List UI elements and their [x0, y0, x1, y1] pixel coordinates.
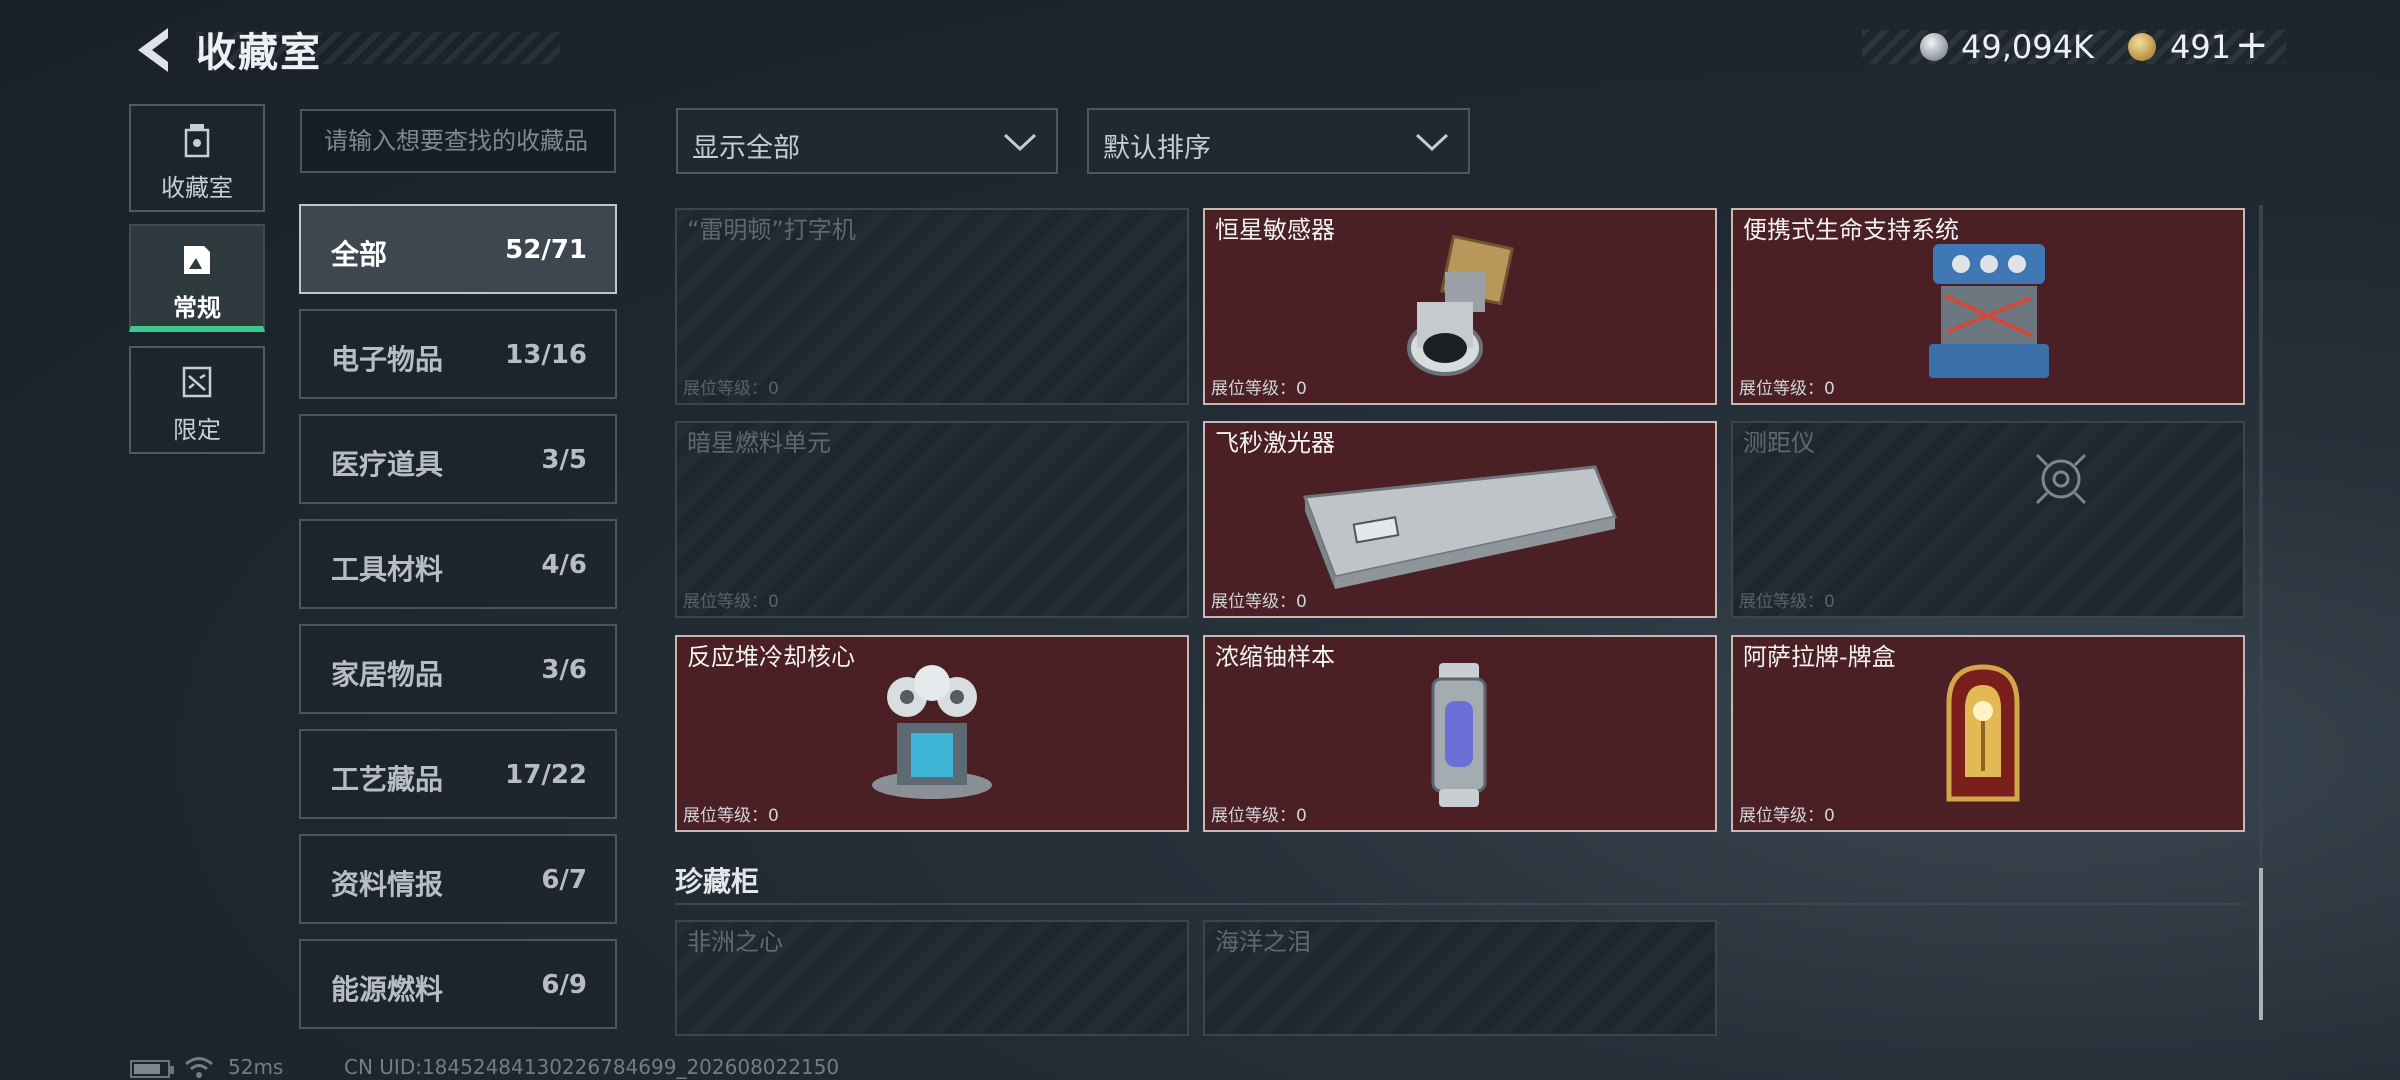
item-card-typewriter[interactable]: “雷明顿”打字机 展位等级：0 [675, 208, 1189, 405]
gold-coin-icon [2128, 33, 2156, 61]
silver-amount: 49,094K [1961, 28, 2094, 66]
card-box-image [1946, 664, 2020, 802]
item-name: 非洲之心 [687, 928, 783, 956]
item-name: 浓缩铀样本 [1215, 643, 1335, 671]
category-name: 工具材料 [331, 553, 444, 586]
item-card-femtosecond-laser[interactable]: 飞秒激光器 展位等级：0 [1203, 421, 1717, 618]
category-tools[interactable]: 工具材料 4/6 [299, 519, 617, 609]
locked-target-icon [2035, 453, 2087, 505]
filter-dropdown-value: 显示全部 [692, 133, 800, 164]
category-count: 52/71 [505, 235, 587, 265]
filter-dropdown[interactable]: 显示全部 [676, 108, 1058, 174]
category-crafts[interactable]: 工艺藏品 17/22 [299, 729, 617, 819]
star-sensor-image [1407, 234, 1514, 376]
silver-coin-icon [1920, 33, 1948, 61]
category-name: 工艺藏品 [331, 763, 444, 796]
item-level: 展位等级：0 [1211, 592, 1307, 612]
item-level: 展位等级：0 [1739, 806, 1835, 826]
category-name: 全部 [331, 238, 388, 271]
category-name: 能源燃料 [331, 973, 444, 1006]
item-level: 展位等级：0 [1211, 379, 1307, 399]
add-currency-button[interactable]: + [2235, 22, 2269, 68]
category-name: 医疗道具 [331, 448, 444, 481]
tab-collection-room-label: 收藏室 [161, 174, 233, 202]
tab-regular-label: 常规 [173, 294, 221, 322]
category-name: 家居物品 [331, 658, 444, 691]
category-name: 资料情报 [331, 868, 444, 901]
item-name: “雷明顿”打字机 [687, 216, 856, 244]
item-card-life-support[interactable]: 便携式生命支持系统 展位等级：0 [1731, 208, 2245, 405]
section-divider [675, 903, 2245, 905]
tab-collection-room[interactable]: 收藏室 [129, 104, 265, 212]
item-card-reactor-core[interactable]: 反应堆冷却核心 展位等级：0 [675, 635, 1189, 832]
item-card-rangefinder[interactable]: 测距仪 展位等级：0 [1731, 421, 2245, 618]
category-count: 6/9 [541, 970, 587, 1000]
gold-amount: 491 [2170, 28, 2232, 66]
item-name: 恒星敏感器 [1215, 216, 1335, 244]
reactor-core-image [872, 665, 992, 799]
item-name: 阿萨拉牌-牌盒 [1743, 643, 1896, 671]
page-title: 收藏室 [196, 30, 322, 76]
search-input[interactable] [300, 109, 616, 173]
category-count: 3/6 [541, 655, 587, 685]
trash-collection-icon [184, 124, 210, 158]
item-level: 展位等级：0 [1211, 806, 1307, 826]
wifi-icon [185, 1057, 213, 1078]
tab-limited[interactable]: 限定 [129, 346, 265, 454]
category-household[interactable]: 家居物品 3/6 [299, 624, 617, 714]
item-level: 展位等级：0 [683, 592, 779, 612]
item-level: 展位等级：0 [1739, 379, 1835, 399]
picture-frame-icon [184, 246, 210, 274]
item-level: 展位等级：0 [1739, 592, 1835, 612]
category-count: 3/5 [541, 445, 587, 475]
category-intel[interactable]: 资料情报 6/7 [299, 834, 617, 924]
category-count: 13/16 [505, 340, 587, 370]
category-fuel[interactable]: 能源燃料 6/9 [299, 939, 617, 1029]
item-name: 反应堆冷却核心 [687, 643, 855, 671]
category-electronics[interactable]: 电子物品 13/16 [299, 309, 617, 399]
item-name: 海洋之泪 [1215, 928, 1311, 956]
battery-level [134, 1064, 160, 1074]
network-ping: 52ms [228, 1055, 284, 1079]
limited-frame-icon [182, 366, 212, 398]
category-count: 6/7 [541, 865, 587, 895]
user-uid: CN UID:18452484130226784699_202608022150 [344, 1055, 840, 1079]
item-card-heart-of-africa[interactable]: 非洲之心 [675, 920, 1189, 1036]
item-name: 暗星燃料单元 [687, 429, 831, 457]
category-count: 4/6 [541, 550, 587, 580]
item-card-asala-card-box[interactable]: 阿萨拉牌-牌盒 展位等级：0 [1731, 635, 2245, 832]
uranium-canister-image [1431, 663, 1487, 807]
item-card-star-sensor[interactable]: 恒星敏感器 展位等级：0 [1203, 208, 1717, 405]
item-level: 展位等级：0 [683, 379, 779, 399]
cabinet-section-title: 珍藏柜 [675, 865, 760, 898]
item-name: 测距仪 [1743, 429, 1815, 457]
tab-regular[interactable]: 常规 [129, 224, 265, 332]
item-card-dark-star-fuel[interactable]: 暗星燃料单元 展位等级：0 [675, 421, 1189, 618]
item-card-tear-of-ocean[interactable]: 海洋之泪 [1203, 920, 1717, 1036]
category-all[interactable]: 全部 52/71 [299, 204, 617, 294]
item-card-uranium-sample[interactable]: 浓缩铀样本 展位等级：0 [1203, 635, 1717, 832]
category-name: 电子物品 [331, 343, 444, 376]
category-medical[interactable]: 医疗道具 3/5 [299, 414, 617, 504]
chevron-down-icon [1003, 133, 1037, 152]
sort-dropdown[interactable]: 默认排序 [1087, 108, 1470, 174]
item-level: 展位等级：0 [683, 806, 779, 826]
sort-dropdown-value: 默认排序 [1103, 133, 1211, 164]
chevron-down-icon [1415, 133, 1449, 152]
category-count: 17/22 [505, 760, 587, 790]
item-name: 飞秒激光器 [1215, 429, 1335, 457]
laser-device-image [1302, 465, 1618, 589]
tab-limited-label: 限定 [173, 416, 221, 444]
scrollbar-thumb[interactable] [2259, 868, 2263, 1020]
life-support-image [1929, 244, 2049, 378]
back-arrow-icon[interactable] [128, 22, 178, 78]
